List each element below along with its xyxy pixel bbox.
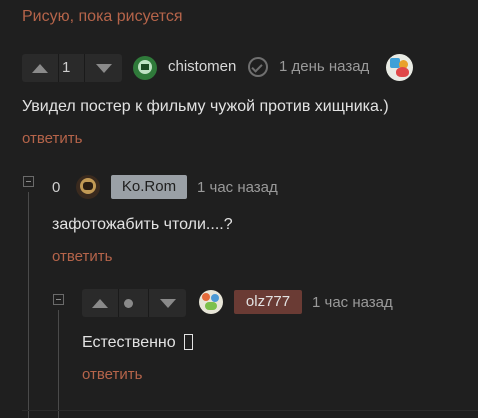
downvote-icon	[96, 63, 112, 73]
vote-score: 0	[52, 179, 61, 196]
vote-hidden-dot	[124, 299, 133, 308]
comment-text: Естественно	[82, 334, 176, 351]
downvote-button[interactable]	[150, 289, 186, 317]
comment-time[interactable]: 1 день назад	[279, 58, 369, 75]
collapse-button[interactable]	[23, 176, 34, 187]
avatar[interactable]	[199, 290, 223, 314]
comment-time[interactable]: 1 час назад	[197, 179, 278, 196]
collapse-button[interactable]	[53, 294, 64, 305]
upvote-icon	[92, 298, 108, 308]
reply-link[interactable]: ответить	[82, 366, 142, 383]
award-badge-icon[interactable]	[386, 54, 413, 81]
username[interactable]: chistomen	[168, 58, 236, 75]
comment-text: Увидел постер к фильму чужой против хищн…	[22, 98, 389, 115]
divider	[22, 410, 478, 411]
post-title-link[interactable]: Рисую, пока рисуется	[22, 8, 183, 26]
comment-text: зафотожабить чтоли....?	[52, 216, 233, 233]
username-badge[interactable]: olz777	[234, 290, 302, 314]
vote-widget: 1	[22, 54, 122, 82]
reply-link[interactable]: ответить	[22, 130, 82, 147]
downvote-button[interactable]	[86, 54, 122, 82]
thread-line[interactable]	[58, 310, 59, 418]
avatar[interactable]	[133, 56, 157, 80]
upvote-button[interactable]	[22, 54, 58, 82]
avatar[interactable]	[76, 175, 100, 199]
vote-widget	[82, 289, 186, 317]
thread-line[interactable]	[28, 192, 29, 418]
username: olz777	[245, 293, 291, 310]
comment-time[interactable]: 1 час назад	[312, 294, 393, 311]
vote-score: 1	[62, 59, 71, 76]
username-badge[interactable]: Ko.Rom	[111, 175, 187, 199]
reply-link[interactable]: ответить	[52, 248, 112, 265]
verified-icon	[248, 57, 268, 77]
username: Ko.Rom	[121, 178, 177, 195]
missing-glyph-icon	[184, 334, 193, 350]
downvote-icon	[160, 298, 176, 308]
upvote-button[interactable]	[82, 289, 118, 317]
upvote-icon	[32, 63, 48, 73]
